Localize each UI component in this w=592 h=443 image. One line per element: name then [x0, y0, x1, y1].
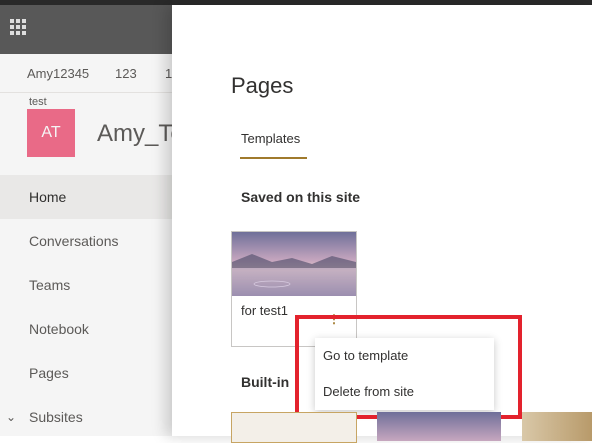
builtin-template-thumbnail[interactable]: [522, 412, 592, 441]
saved-heading: Saved on this site: [241, 189, 361, 205]
template-thumbnail: [232, 232, 356, 296]
builtin-template-thumbnail[interactable]: [377, 412, 501, 441]
highlight-box: [295, 315, 522, 419]
pages-panel: Pages Templates Saved on this site for t…: [172, 5, 592, 443]
template-card-label: for test1: [241, 303, 288, 318]
tab-templates[interactable]: Templates: [241, 131, 300, 146]
panel-title: Pages: [231, 73, 294, 98]
builtin-heading: Built-in: [241, 374, 290, 390]
overlay-dim: [0, 0, 172, 436]
tab-underline: [240, 157, 307, 159]
builtin-template-thumbnail[interactable]: [231, 412, 357, 443]
